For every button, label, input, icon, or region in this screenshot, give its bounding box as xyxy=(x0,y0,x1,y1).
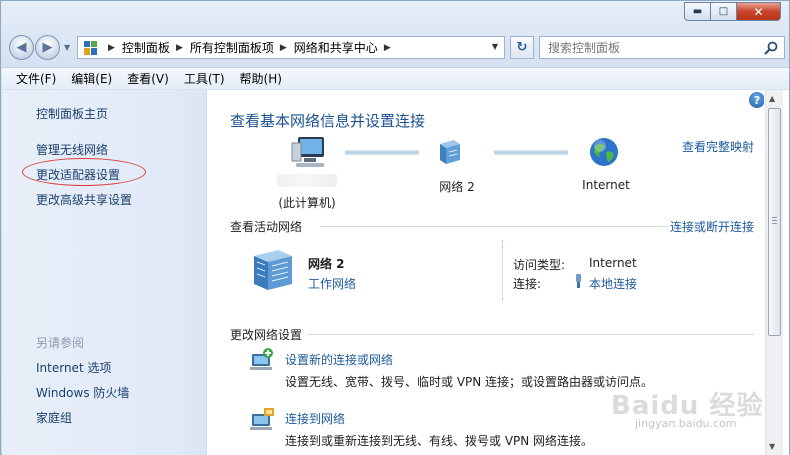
change-settings-heading: 更改网络设置 xyxy=(230,328,303,342)
search-input[interactable]: 搜索控制面板 xyxy=(539,36,785,59)
maximize-button[interactable]: □ xyxy=(711,2,737,21)
connection-line xyxy=(494,150,568,155)
control-panel-icon xyxy=(84,40,98,55)
connect-to-network-desc: 连接到或重新连接到无线、有线、拨号或 VPN 网络连接。 xyxy=(285,434,594,448)
breadcrumb-chevron-icon[interactable]: ▶ xyxy=(384,43,391,53)
search-placeholder: 搜索控制面板 xyxy=(548,41,621,55)
computer-icon xyxy=(291,137,324,167)
internet-globe-icon xyxy=(590,138,618,166)
internet-label: Internet xyxy=(582,178,630,192)
local-connection-icon xyxy=(576,274,581,288)
see-also-heading: 另请参阅 xyxy=(36,336,85,350)
see-also-firewall[interactable]: Windows 防火墙 xyxy=(36,384,129,401)
connection-label: 连接: xyxy=(513,277,542,291)
breadcrumb-item[interactable]: 所有控制面板项 xyxy=(190,39,274,56)
connect-disconnect-link[interactable]: 连接或断开连接 xyxy=(670,218,754,235)
network-label: 网络 2 xyxy=(439,180,475,194)
sidebar-item-advanced-sharing[interactable]: 更改高级共享设置 xyxy=(36,191,132,208)
active-network-name: 网络 2 xyxy=(308,257,345,271)
menu-tools[interactable]: 工具(T) xyxy=(184,70,225,87)
scrollbar-thumb[interactable] xyxy=(768,108,781,336)
view-full-map-link[interactable]: 查看完整映射 xyxy=(682,138,754,155)
scroll-down-icon[interactable]: ▼ xyxy=(769,442,775,451)
connect-to-network-icon xyxy=(250,408,274,430)
search-icon[interactable] xyxy=(763,40,779,56)
sidebar-item-home[interactable]: 控制面板主页 xyxy=(36,105,108,122)
network-building-icon xyxy=(254,250,292,290)
see-also-homegroup[interactable]: 家庭组 xyxy=(36,409,72,426)
breadcrumb-chevron-icon[interactable]: ▶ xyxy=(280,43,287,53)
local-connection-link[interactable]: 本地连接 xyxy=(589,275,637,292)
setup-connection-desc: 设置无线、宽带、拨号、临时或 VPN 连接；或设置路由器或访问点。 xyxy=(285,375,654,389)
page-title: 查看基本网络信息并设置连接 xyxy=(230,112,426,130)
setup-connection-link[interactable]: 设置新的连接或网络 xyxy=(285,351,393,368)
computer-label: (此计算机) xyxy=(278,196,336,210)
forward-arrow-icon: ▶ xyxy=(42,40,53,55)
vertical-divider xyxy=(502,240,503,300)
see-also-internet-options[interactable]: Internet 选项 xyxy=(36,359,111,376)
address-dropdown-icon[interactable]: ▼ xyxy=(492,42,498,51)
watermark-url: jingyan.baidu.com xyxy=(635,417,737,430)
access-type-label: 访问类型: xyxy=(513,258,566,272)
window-frame: ▬ □ ✕ ◀ ▶ ▼ ▶ 控制面板 ▶ 所有控制面板项 ▶ 网络和共享中心 ▶… xyxy=(0,0,790,455)
help-icon[interactable]: ? xyxy=(749,92,764,108)
network-type-link[interactable]: 工作网络 xyxy=(308,275,356,292)
sidebar-item-manage-wireless[interactable]: 管理无线网络 xyxy=(36,141,108,158)
network-icon xyxy=(440,140,460,164)
refresh-button[interactable]: ↻ xyxy=(510,36,534,59)
active-networks-heading: 查看活动网络 xyxy=(230,220,303,234)
back-button[interactable]: ◀ xyxy=(9,35,34,60)
back-arrow-icon: ◀ xyxy=(16,40,27,55)
refresh-icon: ↻ xyxy=(516,40,528,55)
breadcrumb-chevron-icon[interactable]: ▶ xyxy=(176,43,183,53)
section-divider xyxy=(308,334,754,335)
connect-to-network-link[interactable]: 连接到网络 xyxy=(285,410,345,427)
breadcrumb-chevron-icon[interactable]: ▶ xyxy=(108,43,115,53)
connection-line xyxy=(345,150,419,155)
address-bar[interactable]: ▶ 控制面板 ▶ 所有控制面板项 ▶ 网络和共享中心 ▶ ▼ xyxy=(77,36,505,59)
section-divider xyxy=(320,226,668,227)
annotation-circle xyxy=(22,158,146,186)
menu-bar: 文件(F) 编辑(E) 查看(V) 工具(T) 帮助(H) xyxy=(2,67,789,89)
scroll-up-icon[interactable]: ▲ xyxy=(769,94,775,103)
minimize-button[interactable]: ▬ xyxy=(684,2,711,21)
close-button[interactable]: ✕ xyxy=(737,2,781,21)
menu-help[interactable]: 帮助(H) xyxy=(240,70,282,87)
breadcrumb-item[interactable]: 控制面板 xyxy=(122,39,170,56)
menu-file[interactable]: 文件(F) xyxy=(16,70,56,87)
new-connection-icon xyxy=(250,348,273,370)
access-type-value: Internet xyxy=(589,256,637,270)
recent-pages-dropdown-icon[interactable]: ▼ xyxy=(64,43,70,52)
menu-view[interactable]: 查看(V) xyxy=(127,70,169,87)
navigation-bar: ◀ ▶ ▼ ▶ 控制面板 ▶ 所有控制面板项 ▶ 网络和共享中心 ▶ ▼ ↻ 搜… xyxy=(7,33,785,61)
forward-button[interactable]: ▶ xyxy=(35,35,60,60)
breadcrumb-item[interactable]: 网络和共享中心 xyxy=(294,39,378,56)
computer-name-redacted xyxy=(277,174,337,187)
vertical-scrollbar[interactable]: ▲ ▼ xyxy=(765,90,783,455)
sidebar: 控制面板主页 管理无线网络 更改适配器设置 更改高级共享设置 另请参阅 Inte… xyxy=(2,90,207,455)
menu-edit[interactable]: 编辑(E) xyxy=(71,70,112,87)
window-controls: ▬ □ ✕ xyxy=(684,2,781,21)
